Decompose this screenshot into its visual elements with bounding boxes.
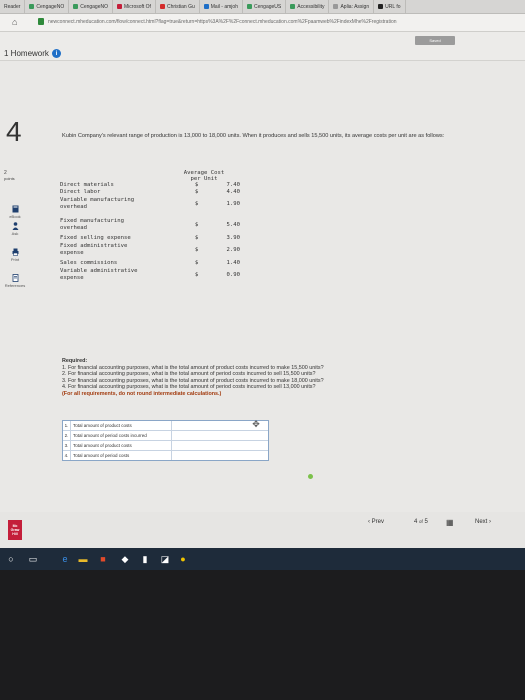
move-cursor-icon: ✥ (252, 419, 260, 429)
microsoft-icon (117, 4, 122, 9)
answer-table: 1. Total amount of product costs 2. Tota… (62, 420, 269, 461)
ask-button[interactable]: Ask (2, 222, 28, 236)
required-item: 3. For financial accounting purposes, wh… (62, 377, 324, 384)
browser-tab[interactable]: Microsoft Of (113, 0, 156, 13)
store-icon[interactable]: ▮ (140, 554, 150, 564)
answer-input[interactable] (172, 441, 268, 450)
youtube-icon (159, 4, 165, 9)
answer-input[interactable] (172, 431, 268, 440)
person-icon (12, 222, 18, 230)
browser-tab[interactable]: CengageNO (69, 0, 113, 13)
lock-icon (38, 18, 44, 25)
info-icon[interactable]: i (51, 49, 61, 58)
os-taskbar: ○ ▭ e ▬ ■ ◆ ▮ ◪ ● (0, 548, 525, 570)
browser-tab[interactable]: Aplia: Assign (329, 0, 375, 13)
browser-tab[interactable]: CengageNO (25, 0, 70, 13)
document-icon (12, 274, 18, 282)
print-button[interactable]: Print (2, 248, 28, 262)
aplia-icon (333, 4, 339, 9)
browser-window: Reader CengageNO CengageNO Microsoft Of … (0, 0, 525, 548)
start-circle-icon[interactable]: ○ (6, 554, 16, 564)
chrome-icon[interactable]: ● (178, 554, 188, 564)
cengage-icon (246, 4, 252, 9)
required-item: 1. For financial accounting purposes, wh… (62, 364, 324, 371)
grid-icon[interactable]: ▦ (446, 518, 455, 527)
cengage-icon (290, 4, 296, 9)
question-footer: Mc Graw Hill ‹ Prev 4 of 5 ▦ Next › (0, 512, 525, 548)
question-intro: Kubin Company's relevant range of produc… (62, 133, 445, 139)
address-bar: ⌂ newconnect.mheducation.com/flow/connec… (0, 14, 525, 32)
cengage-icon (29, 4, 35, 9)
bookmark-icon (378, 4, 384, 9)
required-section: Required: 1. For financial accounting pu… (62, 358, 522, 398)
browser-tab[interactable]: URL fo (374, 0, 406, 13)
office-icon[interactable]: ■ (98, 554, 108, 564)
points: 2 points (4, 170, 15, 181)
mail-icon (203, 4, 209, 9)
required-item: 2. For financial accounting purposes, wh… (62, 371, 316, 378)
cengage-icon (73, 4, 79, 9)
app-icon[interactable]: ◆ (120, 554, 130, 564)
status-dot (308, 474, 313, 479)
answer-input[interactable] (172, 451, 268, 460)
printer-icon (12, 248, 18, 256)
rounding-note: (For all requirements, do not round inte… (62, 390, 222, 397)
required-item: 4. For financial accounting purposes, wh… (62, 384, 316, 391)
browser-tab[interactable]: CengageUS (243, 0, 287, 13)
url-field[interactable]: newconnect.mheducation.com/flow/connect.… (48, 19, 508, 25)
references-button[interactable]: References (2, 274, 28, 288)
browser-tab-bar: Reader CengageNO CengageNO Microsoft Of … (0, 0, 525, 14)
book-icon (12, 205, 18, 213)
ebook-button[interactable]: eBook (2, 205, 28, 219)
mail-app-icon[interactable]: ◪ (160, 554, 170, 564)
edge-icon[interactable]: e (60, 554, 70, 564)
saved-indicator: Saved (415, 36, 455, 45)
required-title: Required: (62, 358, 88, 364)
answer-row: 4. Total amount of period costs (63, 451, 268, 460)
answer-row: 3. Total amount of product costs (63, 441, 268, 451)
home-icon[interactable]: ⌂ (12, 17, 17, 27)
mcgraw-hill-logo: Mc Graw Hill (8, 520, 22, 540)
prev-button[interactable]: ‹ Prev (368, 519, 384, 525)
average-cost-header: Average Cost per Unit (183, 170, 225, 182)
page-indicator: 4 of 5 (414, 519, 428, 525)
browser-tab[interactable]: Mail - amjoh (200, 0, 243, 13)
next-button[interactable]: Next › (475, 519, 491, 525)
browser-tab[interactable]: Christian Gu (156, 0, 200, 13)
answer-row: 1. Total amount of product costs (63, 421, 268, 431)
folder-icon[interactable]: ▬ (78, 554, 88, 564)
app-header: Saved 1 Homework i (0, 32, 525, 61)
question-number: 4 (6, 116, 22, 147)
task-view-icon[interactable]: ▭ (28, 554, 38, 564)
homework-title: 1 Homework i (4, 49, 61, 58)
browser-tab[interactable]: Reader (0, 0, 26, 13)
browser-tab[interactable]: Accessibility (286, 0, 330, 13)
answer-row: 2. Total amount of period costs incurred (63, 431, 268, 441)
